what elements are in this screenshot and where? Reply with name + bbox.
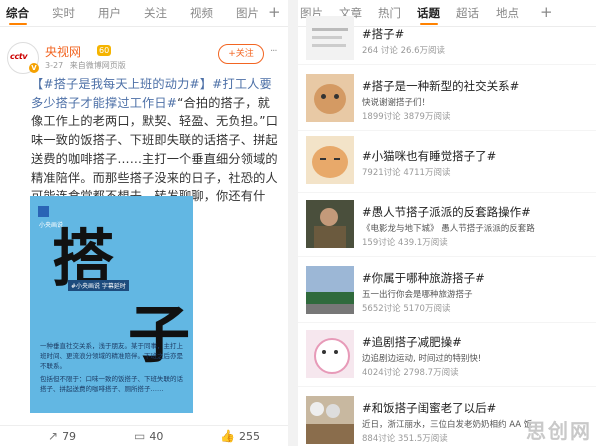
search-results-panel: 综合 实时 用户 关注 视频 图片 + cctv V 央视网 60 3-27 来…: [0, 0, 288, 446]
like-count: 255: [238, 430, 260, 443]
topic-description: 近日，浙江丽水，三位白发老奶奶相约 AA 饭: [362, 420, 533, 430]
topic-thumbnail: [306, 266, 354, 314]
topic-description: 快说谢谢搭子们！: [362, 98, 431, 108]
topic-row[interactable]: #追剧搭子减肥操# 边追剧边运动, 时间过的特别快! 4024讨论 2798.7…: [298, 326, 596, 387]
tab-users[interactable]: 用户: [98, 0, 121, 26]
topic-stats: 264 讨论 26.6万阅读: [362, 46, 446, 56]
poster-body: 一种垂直社交关系，浅于朋友。某于同事，主打上班时间、更流浪分领域的精准陪伴。下班…: [40, 341, 184, 397]
topic-description: 边追剧边运动, 时间过的特别快!: [362, 354, 482, 364]
topic-stats: 884讨论 351.5万阅读: [362, 434, 448, 444]
tab-images[interactable]: 图片: [236, 0, 259, 26]
topic-thumbnail: [306, 16, 354, 60]
comment-button[interactable]: ▭ 40: [134, 429, 163, 443]
topic-row[interactable]: #你属于哪种旅游搭子# 五一出行你会是哪种旅游搭子 5652讨论 5170万阅读: [298, 262, 596, 323]
repost-icon: ↗: [48, 429, 59, 443]
repost-count: 79: [62, 430, 77, 443]
topic-thumbnail: [306, 74, 354, 122]
topic-row[interactable]: #小猫咪也有睡觉搭子了# 7921讨论 4711万阅读: [298, 132, 596, 193]
poster-credit: #小央画说 字幕延时: [68, 280, 129, 291]
watermark: 思创网: [526, 419, 592, 443]
post-date: 3-27: [45, 61, 64, 70]
topic-description: 五一出行你会是哪种旅游搭子: [362, 290, 473, 300]
search-tabs: 综合 实时 用户 关注 视频 图片 +: [0, 0, 288, 27]
tab-realtime[interactable]: 实时: [52, 0, 75, 26]
topic-stats: 1899讨论 3879万阅读: [362, 112, 451, 122]
topic-row[interactable]: #搭子# 264 讨论 26.6万阅读: [298, 16, 596, 65]
comment-count: 40: [149, 430, 164, 443]
topic-title: #愚人节搭子派派的反套路操作#: [362, 205, 531, 219]
like-button[interactable]: 👍 255: [220, 429, 260, 443]
author-name[interactable]: 央视网: [45, 43, 81, 60]
topic-thumbnail: [306, 396, 354, 444]
tab-topics[interactable]: 话题: [417, 0, 440, 26]
tab-super-topics[interactable]: 超话: [456, 0, 479, 26]
topic-results-panel: 图片 文章 热门 话题 超话 地点 + #搭子# 264 讨论 26.6万阅读 …: [298, 0, 596, 446]
repost-button[interactable]: ↗ 79: [48, 429, 76, 443]
tab-hot[interactable]: 热门: [378, 0, 401, 26]
comment-icon: ▭: [134, 429, 146, 443]
topic-title: #搭子#: [362, 27, 405, 41]
topic-thumbnail: [306, 136, 354, 184]
verified-badge-icon: V: [29, 63, 39, 73]
topic-row[interactable]: #搭子是一种新型的社交关系# 快说谢谢搭子们！ 1899讨论 3879万阅读: [298, 70, 596, 131]
topic-thumbnail: [306, 330, 354, 378]
topic-title: #和饭搭子闺蜜老了以后#: [362, 401, 497, 415]
poster-paragraph: 一种垂直社交关系，浅于朋友。某于同事，主打上班时间、更流浪分领域的精准陪伴。下班…: [40, 342, 183, 370]
topic-description: 《电影龙与地下城》 愚人节搭子派派的反套路: [362, 224, 535, 234]
tab-places[interactable]: 地点: [496, 0, 519, 26]
post-source: 来自微博网页版: [69, 61, 126, 70]
topic-thumbnail: [306, 200, 354, 248]
topic-row[interactable]: #愚人节搭子派派的反套路操作# 《电影龙与地下城》 愚人节搭子派派的反套路 15…: [298, 196, 596, 257]
post-actions: ↗ 79 ▭ 40 👍 255: [0, 425, 288, 446]
topic-title: #你属于哪种旅游搭子#: [362, 271, 485, 285]
follow-button[interactable]: +关注: [218, 44, 264, 64]
cctv-logo: cctv: [10, 52, 28, 61]
tab-comprehensive[interactable]: 综合: [6, 0, 29, 26]
post-meta: 3-27 来自微博网页版: [45, 60, 126, 71]
topic-title: #小猫咪也有睡觉搭子了#: [362, 149, 497, 163]
tab-following[interactable]: 关注: [144, 0, 167, 26]
panel-divider: [288, 0, 298, 446]
more-options-icon[interactable]: ···: [270, 46, 277, 57]
add-tab-icon[interactable]: +: [268, 0, 281, 26]
topic-stats: 4024讨论 2798.7万阅读: [362, 368, 459, 378]
level-badge: 60: [97, 45, 112, 56]
topic-stats: 5652讨论 5170万阅读: [362, 304, 451, 314]
poster-logo-icon: [38, 206, 49, 217]
topic-stats: 7921讨论 4711万阅读: [362, 168, 451, 178]
tab-video[interactable]: 视频: [190, 0, 213, 26]
post-image[interactable]: 小央画说 搭 #小央画说 字幕延时 子 一种垂直社交关系，浅于朋友。某于同事，主…: [30, 196, 193, 413]
topic-title: #搭子是一种新型的社交关系#: [362, 79, 520, 93]
topic-stats: 159讨论 439.1万阅读: [362, 238, 448, 248]
topic-title: #追剧搭子减肥操#: [362, 335, 462, 349]
poster-paragraph: 包括但不限于：口味一致的饭搭子、下班失联的话搭子、拼起送费的咖啡搭子、厕所搭子……: [40, 375, 183, 393]
add-tab-icon[interactable]: +: [540, 0, 553, 26]
thumbs-up-icon: 👍: [220, 429, 235, 443]
hashtag-link[interactable]: 【#搭子是我每天上班的动力#】: [31, 77, 212, 91]
